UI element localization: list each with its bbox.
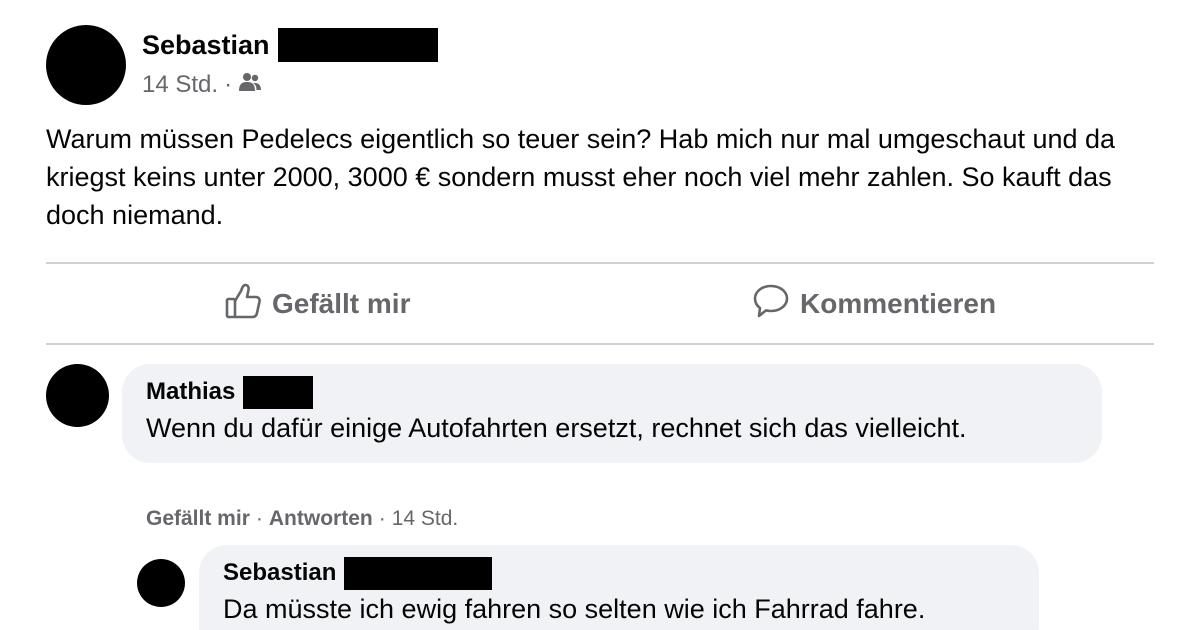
- redacted-surname: [243, 375, 314, 409]
- post-meta: 14 Std. ·: [142, 71, 438, 99]
- divider-top: [46, 262, 1154, 264]
- reply-bubble: Sebastian Da müsste ich ewig fahren so s…: [199, 545, 1039, 630]
- like-button[interactable]: Gefällt mir: [224, 282, 411, 327]
- comment-item: Mathias Wenn du dafür einige Autofahrten…: [46, 364, 1102, 463]
- friends-icon: [238, 71, 262, 99]
- author-avatar[interactable]: [46, 25, 126, 105]
- speech-bubble-icon: [752, 282, 800, 327]
- reply-author[interactable]: Sebastian: [223, 559, 336, 587]
- reply-text: Da müsste ich ewig fahren so selten wie …: [223, 594, 926, 624]
- post-time[interactable]: 14 Std.: [142, 71, 218, 99]
- comment-author[interactable]: Mathias: [146, 378, 235, 406]
- comment-bubble: Mathias Wenn du dafür einige Autofahrten…: [122, 364, 1102, 463]
- reply-item: Sebastian Da müsste ich ewig fahren so s…: [137, 545, 1039, 630]
- redacted-surname: [344, 556, 493, 590]
- reply-author-line: Sebastian: [223, 556, 1015, 590]
- commenter-avatar[interactable]: [46, 364, 109, 427]
- comment-button[interactable]: Kommentieren: [752, 284, 996, 324]
- comment-like-link[interactable]: Gefällt mir: [146, 507, 250, 531]
- comment-text: Wenn du dafür einige Autofahrten ersetzt…: [146, 413, 967, 443]
- author-block: Sebastian 14 Std. ·: [142, 25, 438, 99]
- comment-actions-separator: ·: [378, 507, 386, 530]
- comment-actions: Gefällt mir · Antworten · 14 Std.: [146, 507, 458, 531]
- author-name[interactable]: Sebastian: [142, 30, 270, 61]
- divider-bottom: [46, 343, 1154, 345]
- comment-reply-link[interactable]: Antworten: [269, 507, 373, 531]
- post-text: Warum müssen Pedelecs eigentlich so teue…: [46, 124, 1116, 230]
- meta-separator: ·: [224, 71, 233, 98]
- thumbs-up-icon: [224, 282, 272, 327]
- post-header: Sebastian 14 Std. ·: [46, 25, 438, 105]
- redacted-surname: [277, 28, 438, 62]
- comment-author-line: Mathias: [146, 375, 1078, 409]
- comment-time[interactable]: 14 Std.: [392, 507, 459, 531]
- comment-label: Kommentieren: [800, 288, 997, 319]
- author-line: Sebastian: [142, 28, 438, 62]
- comment-actions-separator: ·: [255, 507, 263, 530]
- reply-avatar[interactable]: [137, 559, 185, 607]
- facebook-post: Sebastian 14 Std. · Warum müssen Pedelec…: [0, 0, 1200, 630]
- like-label: Gefällt mir: [272, 288, 411, 319]
